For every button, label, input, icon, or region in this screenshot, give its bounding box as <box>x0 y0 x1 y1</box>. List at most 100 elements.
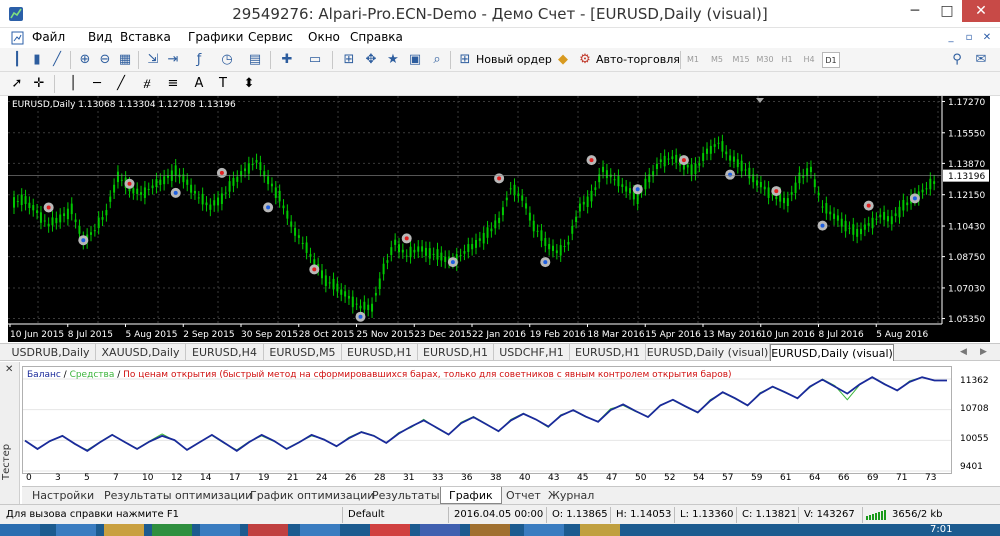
arrows-icon[interactable]: ⬍ <box>240 75 258 93</box>
tester-tabs-bar: Настройки Результаты оптимизации График … <box>22 486 1000 504</box>
candle-chart-icon[interactable]: ▮ <box>28 51 46 69</box>
crosshair-icon[interactable]: ✛ <box>30 75 48 93</box>
text-icon[interactable]: A <box>190 75 208 93</box>
mdi-restore-button[interactable]: ▫ <box>962 31 976 45</box>
close-button[interactable]: ✕ <box>962 0 1000 22</box>
bar-chart-icon[interactable]: ┃ <box>8 51 26 69</box>
start-button[interactable] <box>0 524 40 536</box>
chart-tab-eurusd-daily-visual-active[interactable]: EURUSD,Daily (visual) <box>770 344 894 361</box>
tester-tab-journal[interactable]: Журнал <box>548 487 594 504</box>
chart-tab-xauusd-daily[interactable]: XAUUSD,Daily <box>96 344 186 361</box>
menu-window[interactable]: Окно <box>308 30 340 44</box>
taskbar-app-ie[interactable] <box>56 524 96 536</box>
chart-tab-eurusd-m5[interactable]: EURUSD,M5 <box>264 344 342 361</box>
chart-tabs-bar: USDRUB,Daily XAUUSD,Daily EURUSD,H4 EURU… <box>0 343 1000 361</box>
taskbar-app-explorer[interactable] <box>104 524 144 536</box>
autoscroll-icon[interactable]: ⇲ <box>144 51 162 69</box>
menu-help[interactable]: Справка <box>350 30 403 44</box>
timeframe-h4[interactable]: H4 <box>800 52 818 68</box>
candle-body <box>101 217 104 220</box>
metaeditor-icon[interactable]: ◆ <box>554 51 572 69</box>
menu-file[interactable]: Файл <box>32 30 65 44</box>
tester-tab-settings[interactable]: Настройки <box>32 487 94 504</box>
trendline-icon[interactable]: ╱ <box>112 75 130 93</box>
timeframe-d1[interactable]: D1 <box>822 52 840 68</box>
price-chart[interactable]: 1.17270 1.15550 1.13870 1.13196 1.12150 1.104… <box>8 96 990 342</box>
chat-icon[interactable]: ✉ <box>972 51 990 69</box>
autotrade-button[interactable]: Авто-торговля <box>596 53 680 66</box>
chart-tab-eurusd-h1-a[interactable]: EURUSD,H1 <box>342 344 418 361</box>
candle-body <box>282 205 285 209</box>
taskbar-app-9[interactable] <box>470 524 510 536</box>
taskbar-app-11[interactable] <box>580 524 620 536</box>
new-chart-icon[interactable]: ✚ <box>278 51 296 69</box>
chart-tab-usdchf-h1[interactable]: USDCHF,H1 <box>494 344 570 361</box>
profiles-icon[interactable]: ▭ <box>306 51 324 69</box>
navigator-icon[interactable]: ✥ <box>362 51 380 69</box>
tester-icon[interactable]: ⌕ <box>428 51 446 69</box>
chart-tab-eurusd-h4[interactable]: EURUSD,H4 <box>186 344 264 361</box>
timeframe-h1[interactable]: H1 <box>778 52 796 68</box>
tile-windows-icon[interactable]: ▦ <box>116 51 134 69</box>
tester-tab-results[interactable]: Результаты <box>372 487 440 504</box>
tester-close-icon[interactable]: ✕ <box>5 364 13 375</box>
tabs-scroll-left-icon[interactable]: ◀ <box>960 344 967 361</box>
timeframe-m1[interactable]: M1 <box>684 52 702 68</box>
tester-tab-graph[interactable]: График <box>440 487 502 504</box>
chart-tab-usdrub-daily[interactable]: USDRUB,Daily <box>6 344 96 361</box>
timeframe-m5[interactable]: M5 <box>708 52 726 68</box>
templates-icon[interactable]: ▤ <box>246 51 264 69</box>
new-order-button[interactable]: Новый ордер <box>476 53 552 66</box>
terminal-icon[interactable]: ▣ <box>406 51 424 69</box>
text-label-icon[interactable]: T <box>214 75 232 93</box>
taskbar-app-7[interactable] <box>370 524 410 536</box>
vertical-line-icon[interactable]: │ <box>64 75 82 93</box>
minimize-button[interactable]: ─ <box>898 0 932 22</box>
timeframe-m30[interactable]: M30 <box>754 52 776 68</box>
zoom-in-icon[interactable]: ⊕ <box>76 51 94 69</box>
menu-insert[interactable]: Вставка <box>120 30 171 44</box>
taskbar-app-10[interactable] <box>524 524 564 536</box>
autotrade-icon[interactable]: ⚙ <box>576 51 594 69</box>
chart-tab-eurusd-daily-visual-a[interactable]: EURUSD,Daily (visual) <box>646 344 770 361</box>
chart-tab-eurusd-h1-b[interactable]: EURUSD,H1 <box>418 344 494 361</box>
chart-tab-eurusd-h1-c[interactable]: EURUSD,H1 <box>570 344 646 361</box>
indicators-icon[interactable]: ƒ <box>190 51 208 69</box>
graph-y-axis: 11362 10708 10055 9401 <box>954 362 1000 474</box>
mdi-minimize-button[interactable]: _ <box>944 31 958 45</box>
taskbar-app-4[interactable] <box>200 524 240 536</box>
candle-body <box>213 200 216 206</box>
menu-charts[interactable]: Графики <box>188 30 243 44</box>
candle-body <box>517 193 520 197</box>
trade-marker-dot <box>912 196 917 201</box>
taskbar-app-8[interactable] <box>420 524 460 536</box>
maximize-button[interactable]: □ <box>932 0 962 22</box>
taskbar-app-5[interactable] <box>248 524 288 536</box>
mdi-close-button[interactable]: ✕ <box>980 31 994 45</box>
channel-icon[interactable]: ⧣ <box>138 75 156 93</box>
favorites-icon[interactable]: ★ <box>384 51 402 69</box>
chart-shift-marker[interactable] <box>756 98 764 103</box>
horizontal-line-icon[interactable]: ─ <box>88 75 106 93</box>
chart-shift-icon[interactable]: ⇥ <box>164 51 182 69</box>
taskbar-app-6[interactable] <box>300 524 340 536</box>
cursor-icon[interactable]: ➚ <box>8 75 26 93</box>
menu-view[interactable]: Вид <box>88 30 112 44</box>
market-watch-icon[interactable]: ⊞ <box>340 51 358 69</box>
tester-tab-optimization-results[interactable]: Результаты оптимизации <box>104 487 252 504</box>
taskbar-app-terminal[interactable] <box>152 524 192 536</box>
line-chart-icon[interactable]: ╱ <box>48 51 66 69</box>
graph-x-tick: 36 <box>461 473 473 483</box>
menu-tools[interactable]: Сервис <box>248 30 293 44</box>
new-order-icon[interactable]: ⊞ <box>456 51 474 69</box>
tester-tab-report[interactable]: Отчет <box>506 487 541 504</box>
periods-icon[interactable]: ◷ <box>218 51 236 69</box>
zoom-out-icon[interactable]: ⊖ <box>96 51 114 69</box>
fibonacci-icon[interactable]: ≡ <box>164 75 182 93</box>
tabs-scroll-right-icon[interactable]: ▶ <box>980 344 987 361</box>
price-chart-canvas[interactable]: 1.17270 1.15550 1.13870 1.13196 1.12150 1.104… <box>8 96 990 342</box>
graph-x-tick: 69 <box>867 473 879 483</box>
search-icon[interactable]: ⚲ <box>948 51 966 69</box>
timeframe-m15[interactable]: M15 <box>730 52 752 68</box>
tester-tab-optimization-graph[interactable]: График оптимизации <box>250 487 374 504</box>
